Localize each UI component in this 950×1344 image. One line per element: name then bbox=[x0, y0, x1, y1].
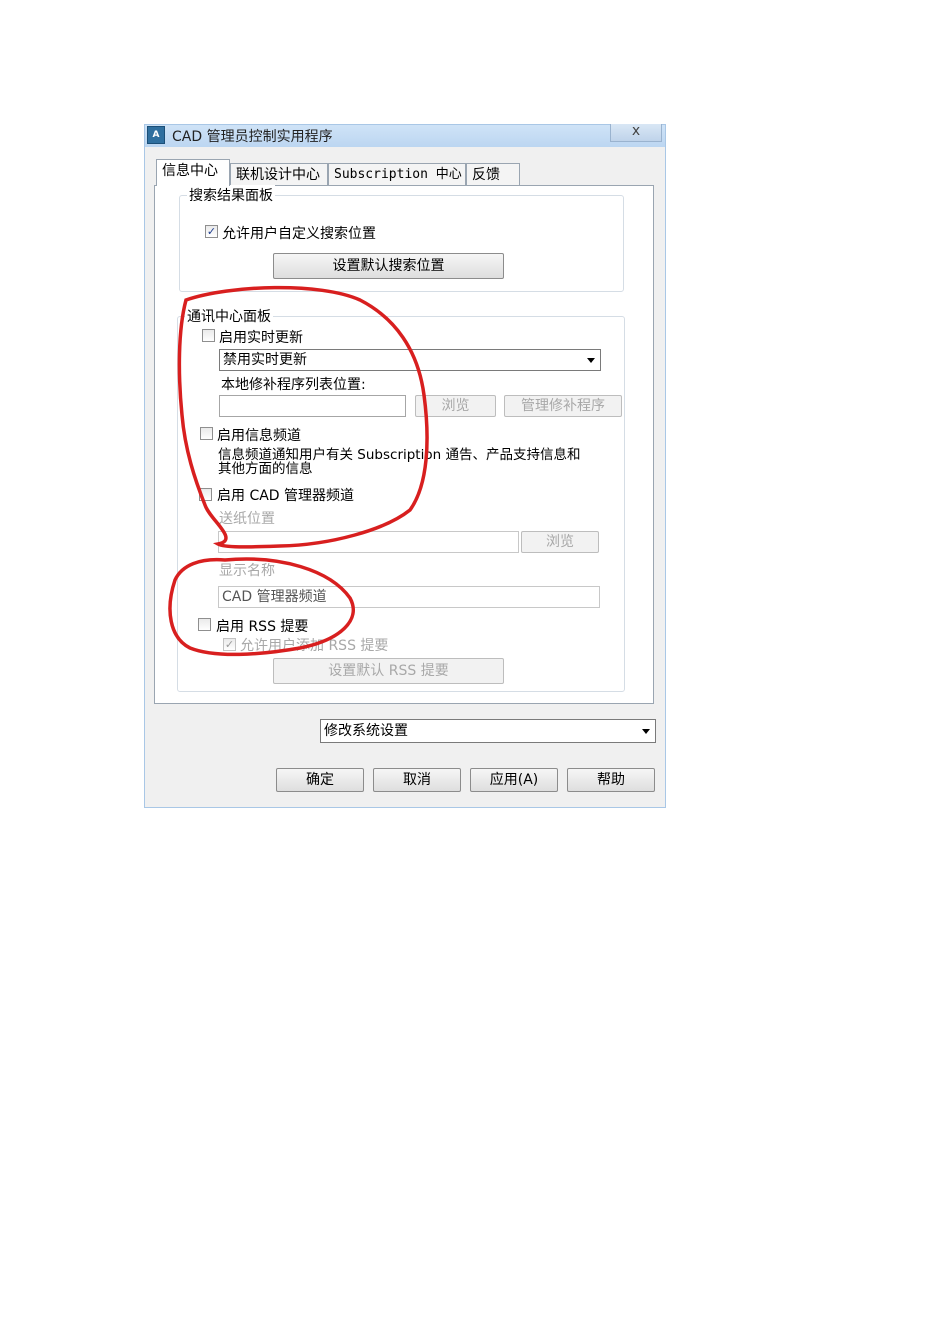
chevron-down-icon bbox=[587, 358, 595, 363]
cad-channel-checkbox[interactable] bbox=[199, 488, 212, 501]
display-name-label: 显示名称 bbox=[219, 563, 275, 579]
feed-browse-button[interactable]: 浏览 bbox=[521, 531, 599, 553]
manage-patches-button[interactable]: 管理修补程序 bbox=[504, 395, 622, 417]
set-default-search-location-button[interactable]: 设置默认搜索位置 bbox=[273, 253, 504, 279]
realtime-update-select-value: 禁用实时更新 bbox=[223, 352, 307, 368]
display-name-input[interactable]: CAD 管理器频道 bbox=[218, 586, 600, 608]
cancel-button[interactable]: 取消 bbox=[373, 768, 461, 792]
comm-center-legend: 通讯中心面板 bbox=[185, 306, 273, 326]
cad-channel-label: 启用 CAD 管理器频道 bbox=[217, 488, 355, 504]
window-title: CAD 管理员控制实用程序 bbox=[172, 129, 333, 145]
allow-custom-location-checkbox[interactable]: ✓ bbox=[205, 225, 218, 238]
patch-list-location-input[interactable] bbox=[219, 395, 406, 417]
ok-button[interactable]: 确定 bbox=[276, 768, 364, 792]
patch-list-location-label: 本地修补程序列表位置: bbox=[221, 377, 366, 393]
rss-label: 启用 RSS 提要 bbox=[216, 619, 309, 635]
help-button[interactable]: 帮助 bbox=[567, 768, 655, 792]
system-settings-select-value: 修改系统设置 bbox=[324, 723, 408, 739]
tab-info-center[interactable]: 信息中心 bbox=[156, 159, 230, 186]
search-results-legend: 搜索结果面板 bbox=[187, 185, 275, 205]
system-settings-select[interactable]: 修改系统设置 bbox=[320, 719, 656, 743]
info-channel-checkbox[interactable] bbox=[200, 427, 213, 440]
set-default-rss-button[interactable]: 设置默认 RSS 提要 bbox=[273, 658, 504, 684]
tab-subscription-center[interactable]: Subscription 中心 bbox=[328, 163, 466, 185]
realtime-update-select[interactable]: 禁用实时更新 bbox=[219, 349, 601, 371]
app-icon: A bbox=[147, 126, 165, 144]
info-channel-label: 启用信息频道 bbox=[217, 428, 301, 444]
patch-browse-button[interactable]: 浏览 bbox=[415, 395, 496, 417]
rss-checkbox[interactable] bbox=[198, 618, 211, 631]
apply-button[interactable]: 应用(A) bbox=[470, 768, 558, 792]
realtime-update-label: 启用实时更新 bbox=[219, 330, 303, 346]
allow-rss-checkbox[interactable]: ✓ bbox=[223, 638, 236, 651]
close-button[interactable]: x bbox=[610, 124, 662, 142]
feed-location-label: 送纸位置 bbox=[219, 511, 275, 527]
tab-feedback[interactable]: 反馈 bbox=[466, 163, 520, 185]
feed-location-input[interactable] bbox=[218, 531, 519, 553]
allow-rss-label: 允许用户添加 RSS 提要 bbox=[240, 638, 389, 654]
info-channel-description-line2: 其他方面的信息 bbox=[218, 461, 313, 477]
realtime-update-checkbox[interactable] bbox=[202, 329, 215, 342]
chevron-down-icon bbox=[642, 729, 650, 734]
allow-custom-location-label: 允许用户自定义搜索位置 bbox=[222, 226, 376, 242]
tab-online-design-center[interactable]: 联机设计中心 bbox=[230, 163, 328, 185]
